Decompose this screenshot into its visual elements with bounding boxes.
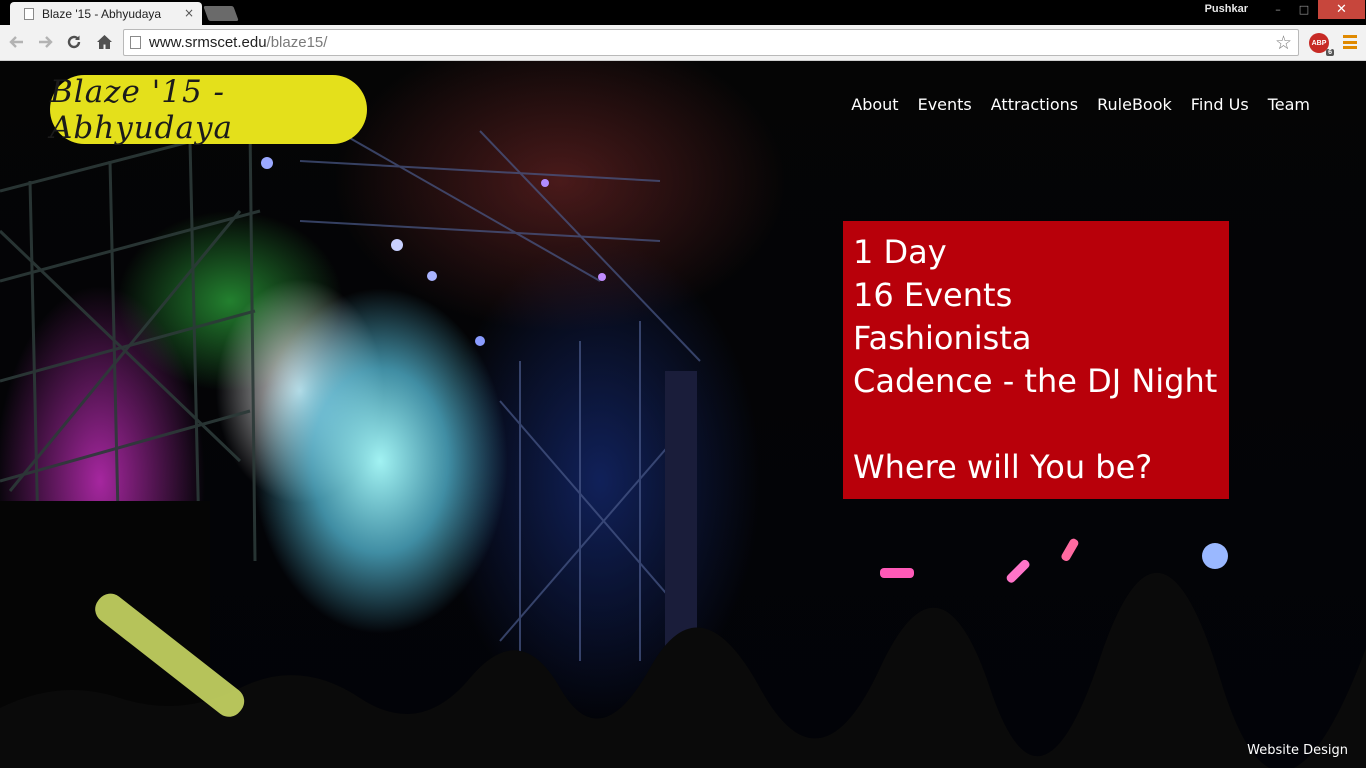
minimize-icon[interactable]: –	[1266, 0, 1290, 19]
close-window-icon[interactable]: ✕	[1318, 0, 1365, 19]
reload-icon[interactable]	[63, 31, 85, 53]
tab-title: Blaze '15 - Abhyudaya	[42, 6, 162, 21]
promo-line-days: 1 Day	[853, 233, 947, 271]
browser-tab[interactable]: Blaze '15 - Abhyudaya ×	[10, 2, 202, 25]
bookmark-star-icon[interactable]: ☆	[1275, 32, 1292, 54]
address-bar[interactable]: www.srmscet.edu/blaze15/ ☆	[123, 29, 1299, 56]
url-text[interactable]: www.srmscet.edu/blaze15/	[149, 34, 327, 51]
back-arrow-icon[interactable]	[6, 31, 28, 53]
promo-line-dj-night: Cadence - the DJ Night	[853, 362, 1218, 400]
promo-line-events: 16 Events	[853, 276, 1013, 314]
crowd-silhouette-image	[0, 538, 1366, 768]
website-design-link[interactable]: Website Design	[1247, 743, 1348, 758]
home-icon[interactable]	[93, 31, 115, 53]
main-navigation: About Events Attractions RuleBook Find U…	[851, 95, 1310, 114]
browser-tab-strip: Blaze '15 - Abhyudaya × Pushkar – □ ✕	[0, 0, 1366, 25]
nav-rulebook[interactable]: RuleBook	[1097, 95, 1172, 114]
browser-toolbar: www.srmscet.edu/blaze15/ ☆ ABP 6	[0, 25, 1366, 61]
profile-name[interactable]: Pushkar	[1205, 3, 1248, 15]
promo-line-fashionista: Fashionista	[853, 319, 1032, 357]
nav-find-us[interactable]: Find Us	[1191, 95, 1249, 114]
promo-box: 1 Day 16 Events Fashionista Cadence - th…	[843, 221, 1229, 499]
nav-events[interactable]: Events	[918, 95, 972, 114]
page-viewport: Blaze '15 - Abhyudaya About Events Attra…	[0, 61, 1366, 768]
tab-close-icon[interactable]: ×	[184, 6, 194, 20]
nav-attractions[interactable]: Attractions	[991, 95, 1078, 114]
promo-spacer	[853, 403, 1229, 446]
promo-tagline: Where will You be?	[853, 448, 1153, 486]
site-logo[interactable]: Blaze '15 - Abhyudaya	[50, 73, 367, 146]
maximize-icon[interactable]: □	[1292, 0, 1316, 19]
adblock-icon[interactable]: ABP 6	[1309, 33, 1334, 56]
browser-menu-icon[interactable]	[1343, 35, 1357, 49]
nav-about[interactable]: About	[851, 95, 898, 114]
page-info-icon[interactable]	[130, 36, 141, 49]
page-favicon-icon	[24, 7, 34, 20]
nav-team[interactable]: Team	[1268, 95, 1310, 114]
site-logo-text: Blaze '15 - Abhyudaya	[50, 73, 233, 146]
new-tab-button[interactable]	[203, 6, 239, 21]
forward-arrow-icon[interactable]	[34, 31, 56, 53]
adblock-count-badge: 6	[1326, 49, 1334, 56]
